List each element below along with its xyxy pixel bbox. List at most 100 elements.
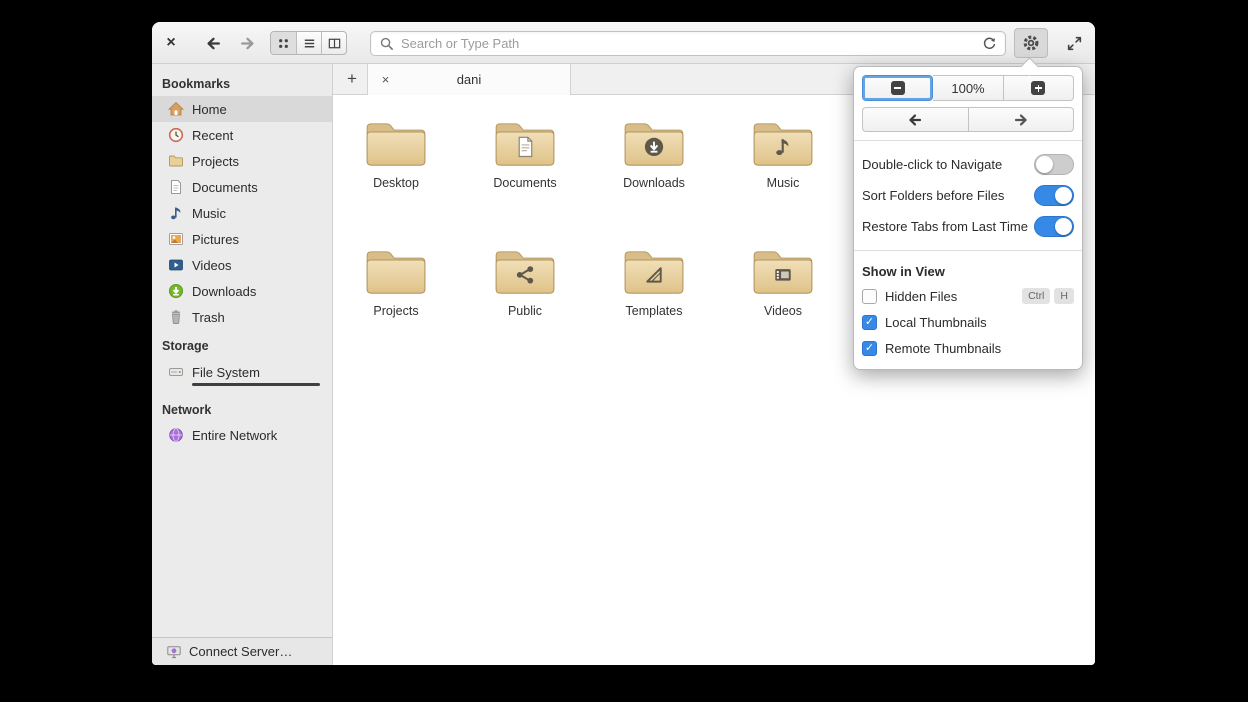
folder-icon <box>623 247 685 297</box>
desktop-background: × Search or Type Path Bookmarks Home Rec… <box>0 0 1248 702</box>
sidebar-item-file-system[interactable]: File System <box>152 358 332 392</box>
separator <box>854 140 1082 141</box>
popover-forward-button[interactable] <box>967 107 1074 132</box>
sidebar-item-label: Trash <box>192 309 225 325</box>
sidebar-item-documents[interactable]: Documents <box>152 174 332 200</box>
sidebar-item-projects[interactable]: Projects <box>152 148 332 174</box>
sidebar-item-downloads[interactable]: Downloads <box>152 278 332 304</box>
show-in-view-title: Show in View <box>862 263 945 279</box>
trash-icon <box>168 309 184 325</box>
server-icon <box>166 644 182 660</box>
network-icon <box>168 427 184 443</box>
sort-folders-switch[interactable] <box>1034 185 1074 206</box>
popover-back-button[interactable] <box>862 107 968 132</box>
restore-tabs-row: Restore Tabs from Last Time <box>862 211 1074 242</box>
zoom-in-icon <box>1031 81 1046 95</box>
switch-knob <box>1036 156 1053 173</box>
sidebar-item-pictures[interactable]: Pictures <box>152 226 332 252</box>
sidebar-item-videos[interactable]: Videos <box>152 252 332 278</box>
checkbox-label: Hidden Files <box>885 288 958 304</box>
file-label: Templates <box>625 304 683 318</box>
separator <box>854 250 1082 251</box>
keycap-ctrl: Ctrl <box>1022 288 1051 304</box>
restore-tabs-switch[interactable] <box>1034 216 1074 237</box>
back-button[interactable] <box>200 30 227 56</box>
zoom-control: 100% <box>862 75 1074 101</box>
sidebar-item-label: Music <box>192 205 226 221</box>
recent-icon <box>168 127 184 143</box>
search-input[interactable] <box>401 36 975 51</box>
refresh-icon[interactable] <box>982 36 997 51</box>
sidebar-item-label: Pictures <box>192 231 239 247</box>
tab-close-icon[interactable]: × <box>378 72 393 87</box>
sidebar-item-label: Projects <box>192 153 239 169</box>
file-item-downloads[interactable]: Downloads <box>599 117 709 199</box>
double-click-navigate-row: Double-click to Navigate <box>862 149 1074 180</box>
switch-knob <box>1055 218 1072 235</box>
tab-dani[interactable]: × dani <box>367 64 571 95</box>
sidebar-item-trash[interactable]: Trash <box>152 304 332 330</box>
remote-thumbnails-checkbox[interactable]: ✓ <box>862 340 877 356</box>
list-view-button[interactable] <box>296 32 321 54</box>
file-item-videos[interactable]: Videos <box>728 245 838 327</box>
sidebar-item-label: Recent <box>192 127 234 143</box>
grid-view-icon <box>276 36 291 51</box>
file-item-public[interactable]: Public <box>470 245 580 327</box>
file-item-documents[interactable]: Documents <box>470 117 580 199</box>
sidebar-item-entire-network[interactable]: Entire Network <box>152 422 332 448</box>
checkbox-label: Remote Thumbnails <box>885 340 1002 356</box>
music-icon <box>168 205 184 221</box>
sidebar-item-home[interactable]: Home <box>152 96 332 122</box>
file-item-desktop[interactable]: Desktop <box>341 117 451 199</box>
hidden-files-checkbox[interactable]: ✓ <box>862 288 877 304</box>
forward-arrow-icon <box>1013 112 1029 128</box>
zoom-level[interactable]: 100% <box>933 75 1003 101</box>
sidebar-item-music[interactable]: Music <box>152 200 332 226</box>
toggle-label: Restore Tabs from Last Time <box>862 219 1028 234</box>
bookmarks-section-header: Bookmarks <box>162 77 231 91</box>
new-tab-button[interactable]: + <box>341 68 363 90</box>
remote-thumbnails-row: ✓ Remote Thumbnails <box>862 335 1074 361</box>
zoom-out-icon <box>890 81 905 95</box>
sidebar-item-label: Documents <box>192 179 258 195</box>
file-item-projects[interactable]: Projects <box>341 245 451 327</box>
sidebar-item-label: Videos <box>192 257 232 273</box>
sort-folders-row: Sort Folders before Files <box>862 180 1074 211</box>
sidebar-item-label: Home <box>192 101 227 117</box>
toggle-label: Sort Folders before Files <box>862 188 1005 203</box>
check-icon: ✓ <box>864 341 875 354</box>
file-label: Desktop <box>373 176 419 190</box>
popover-nav-control <box>862 107 1074 132</box>
local-thumbnails-checkbox[interactable]: ✓ <box>862 314 877 330</box>
zoom-out-button[interactable] <box>862 75 934 101</box>
shortcut-keys: Ctrl H <box>1022 288 1074 304</box>
folder-icon <box>623 119 685 169</box>
file-label: Projects <box>373 304 419 318</box>
grid-view-button[interactable] <box>271 32 296 54</box>
fullscreen-button[interactable] <box>1058 28 1090 58</box>
double-click-navigate-switch[interactable] <box>1034 154 1074 175</box>
forward-button[interactable] <box>234 30 261 56</box>
column-view-icon <box>327 36 342 51</box>
sidebar-item-label: File System <box>192 364 260 380</box>
file-label: Music <box>766 176 800 190</box>
path-search-bar[interactable] <box>370 31 1006 56</box>
column-view-button[interactable] <box>321 32 346 54</box>
tab-label: dani <box>456 72 482 87</box>
keycap-h: H <box>1054 288 1074 304</box>
zoom-in-button[interactable] <box>1002 75 1074 101</box>
connect-server-button[interactable]: Connect Server… <box>152 637 332 665</box>
file-label: Public <box>507 304 543 318</box>
sidebar-item-recent[interactable]: Recent <box>152 122 332 148</box>
file-item-music[interactable]: Music <box>728 117 838 199</box>
folder-icon <box>494 119 556 169</box>
view-mode-switcher <box>270 31 347 55</box>
local-thumbnails-row: ✓ Local Thumbnails <box>862 309 1074 335</box>
gear-icon <box>1022 34 1040 52</box>
search-icon <box>379 36 394 51</box>
file-item-templates[interactable]: Templates <box>599 245 709 327</box>
sidebar-item-label: Entire Network <box>192 427 278 443</box>
storage-section-header: Storage <box>162 339 209 353</box>
window-close-button[interactable]: × <box>160 32 182 54</box>
settings-menu-button[interactable] <box>1014 28 1048 58</box>
